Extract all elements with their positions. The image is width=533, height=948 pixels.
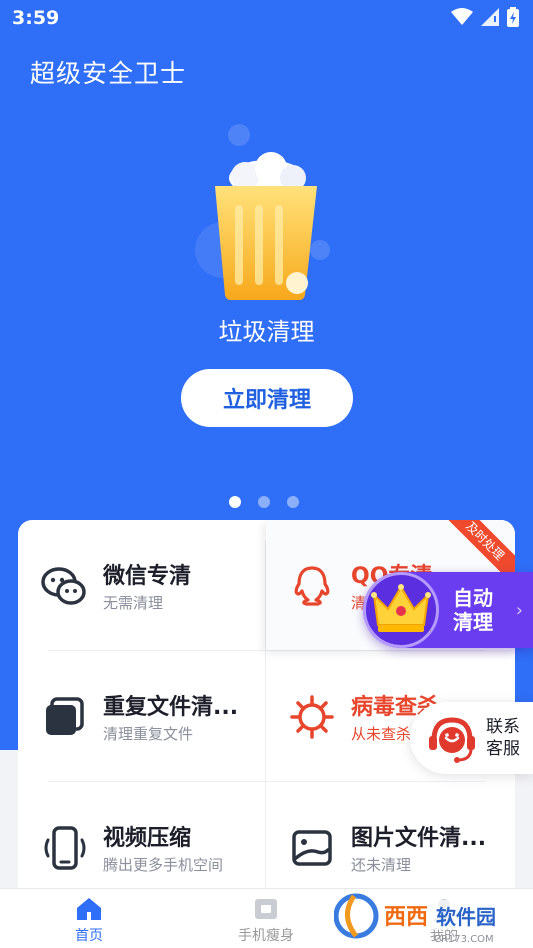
- battery-icon: [507, 7, 519, 27]
- home-icon: [77, 898, 101, 920]
- chevron-right-icon: ›: [515, 600, 523, 621]
- tile-video-compress[interactable]: 视频压缩 腾出更多手机空间: [18, 782, 265, 900]
- support-label: 联系 客服: [486, 716, 520, 760]
- status-icons: [451, 7, 519, 27]
- clean-now-button[interactable]: 立即清理: [181, 369, 353, 427]
- auto-clean-button[interactable]: 自动 清理 ›: [363, 572, 533, 648]
- tile-duplicate-files[interactable]: 重复文件清... 清理重复文件: [18, 651, 265, 781]
- virus-icon: [290, 695, 334, 739]
- status-bar: 3:59: [0, 0, 533, 36]
- tile-subtitle: 还未清理: [351, 856, 412, 874]
- wifi-icon: [451, 8, 473, 25]
- svg-text:西西: 西西: [384, 905, 428, 930]
- tile-subtitle: 腾出更多手机空间: [103, 856, 224, 874]
- qq-icon: [294, 566, 330, 606]
- nav-home[interactable]: 首页: [29, 897, 149, 945]
- carousel-dot[interactable]: [229, 496, 241, 508]
- tile-title: 视频压缩: [103, 826, 192, 851]
- tile-title: 重复文件清...: [103, 695, 239, 720]
- video-phone-icon: [44, 826, 86, 870]
- bubble-decoration: [228, 124, 250, 146]
- duplicate-files-icon: [46, 697, 84, 735]
- carousel-dot[interactable]: [287, 496, 299, 508]
- customer-support-button[interactable]: 联系 客服: [410, 702, 533, 774]
- tile-wechat-clean[interactable]: 微信专清 无需清理: [18, 520, 265, 650]
- tile-title: 微信专清: [103, 564, 192, 589]
- slim-icon: [255, 899, 277, 919]
- signal-icon: [481, 8, 499, 26]
- nav-home-label: 首页: [75, 928, 103, 944]
- crown-badge: [363, 572, 439, 648]
- headset-icon: [429, 717, 475, 763]
- image-file-icon: [292, 830, 332, 866]
- auto-clean-label: 自动 清理: [453, 586, 493, 634]
- svg-text:软件园: 软件园: [436, 905, 496, 929]
- crown-icon: [371, 584, 431, 632]
- app-title: 超级安全卫士: [30, 59, 187, 88]
- support-line1: 联系: [486, 717, 520, 737]
- hero-label: 垃圾清理: [218, 318, 315, 346]
- wechat-icon: [41, 567, 86, 605]
- tile-image-clean[interactable]: 图片文件清... 还未清理: [266, 782, 515, 900]
- carousel-dots: [229, 496, 299, 508]
- support-line2: 客服: [486, 739, 520, 759]
- carousel-dot[interactable]: [258, 496, 270, 508]
- tile-subtitle: 清理重复文件: [103, 725, 194, 743]
- trash-can-icon: [215, 152, 317, 300]
- status-time: 3:59: [12, 7, 60, 29]
- tile-subtitle: 无需清理: [103, 594, 164, 612]
- nav-slim-label: 手机瘦身: [238, 928, 294, 944]
- svg-text:CR173.COM: CR173.COM: [434, 934, 494, 945]
- nav-slim[interactable]: 手机瘦身: [206, 897, 326, 945]
- watermark-logo: 西西 软件园 CR173.COM: [334, 893, 530, 945]
- tile-title: 图片文件清...: [351, 826, 487, 851]
- auto-clean-line2: 清理: [453, 610, 493, 634]
- auto-clean-line1: 自动: [453, 586, 493, 610]
